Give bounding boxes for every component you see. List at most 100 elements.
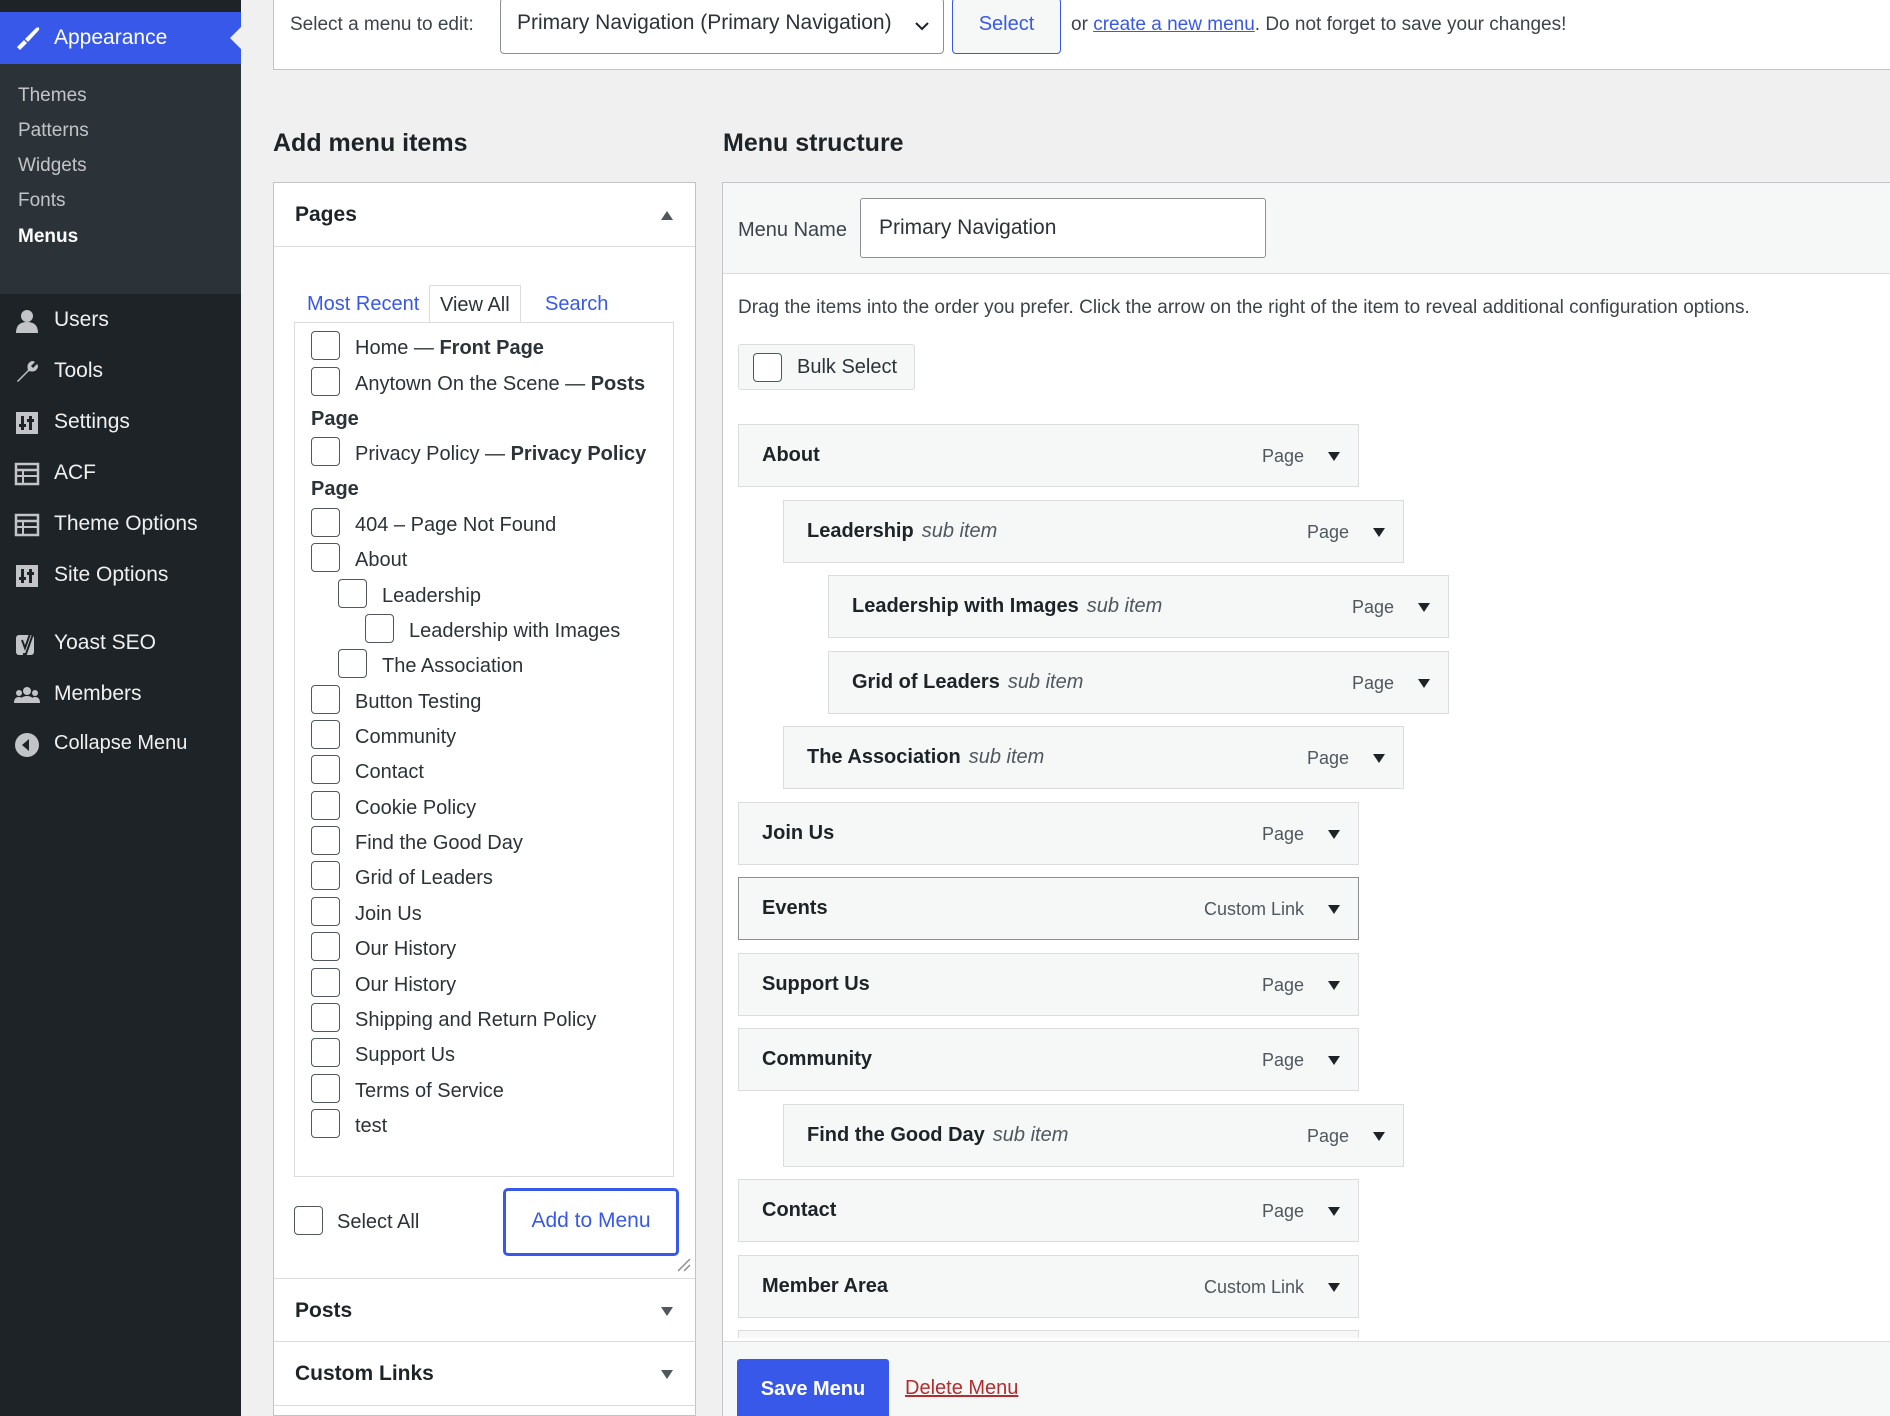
menu-structure-panel: Menu Name Drag the items into the order … <box>722 182 1890 1416</box>
sidebar-item-members[interactable]: Members <box>0 674 241 714</box>
expand-arrow-icon[interactable] <box>1328 1282 1340 1292</box>
submenu-item-menus[interactable]: Menus <box>18 226 78 248</box>
sidebar-item-site-options[interactable]: Site Options <box>0 555 241 595</box>
expand-arrow-icon[interactable] <box>1373 754 1385 763</box>
add-to-menu-button[interactable]: Add to Menu <box>504 1189 678 1255</box>
menu-item[interactable]: Events Custom Link <box>738 877 1359 940</box>
menu-item[interactable]: Leadership sub item Page <box>783 499 1404 563</box>
sidebar-item-appearance[interactable]: Appearance <box>0 12 241 64</box>
submenu-item-patterns[interactable]: Patterns <box>18 120 89 142</box>
current-indicator <box>230 27 241 49</box>
page-checkbox[interactable] <box>311 1038 340 1067</box>
select-button[interactable]: Select <box>952 0 1061 54</box>
page-checkbox[interactable] <box>311 861 340 890</box>
bulk-select-checkbox[interactable] <box>753 353 782 382</box>
menu-item-title: Member Area <box>762 1274 888 1297</box>
tab-most-recent[interactable]: Most Recent <box>297 285 429 323</box>
collapse-icon <box>15 733 39 757</box>
page-checkbox[interactable] <box>338 649 367 678</box>
page-checkbox[interactable] <box>311 968 340 997</box>
page-checkbox[interactable] <box>311 685 340 714</box>
sidebar-item-users[interactable]: Users <box>0 300 241 340</box>
page-label: Find the Good Day <box>355 832 523 854</box>
tab-view-all[interactable]: View All <box>429 285 521 323</box>
page-checkbox[interactable] <box>365 614 394 643</box>
sidebar-item-tools[interactable]: Tools <box>0 351 241 391</box>
page-label: Button Testing <box>355 691 482 713</box>
page-checkbox[interactable] <box>311 720 340 749</box>
pages-accordion-header[interactable]: Pages <box>274 183 695 247</box>
menu-item[interactable] <box>738 1330 1359 1338</box>
page-checkbox[interactable] <box>311 1074 340 1103</box>
page-checkbox[interactable] <box>311 755 340 784</box>
sidebar-item-label: Yoast SEO <box>54 631 156 654</box>
sub-item-label: sub item <box>1007 670 1084 693</box>
collapse-menu-button[interactable]: Collapse Menu <box>0 724 241 764</box>
select-menu-label: Select a menu to edit: <box>290 14 474 35</box>
expand-arrow-icon <box>661 1370 673 1379</box>
page-checkbox[interactable] <box>338 579 367 608</box>
sidebar-item-settings[interactable]: Settings <box>0 402 241 442</box>
submenu-item-widgets[interactable]: Widgets <box>18 155 87 177</box>
message-prefix: or <box>1071 14 1094 35</box>
menu-item[interactable]: About Page <box>738 424 1359 487</box>
menu-item[interactable]: Community Page <box>738 1028 1359 1091</box>
menu-item[interactable]: The Association sub item Page <box>783 726 1404 789</box>
page-label: 404 – Page Not Found <box>355 514 557 536</box>
expand-arrow-icon[interactable] <box>1418 678 1430 688</box>
menu-item[interactable]: Contact Page <box>738 1179 1359 1242</box>
expand-arrow-icon[interactable] <box>1418 603 1430 612</box>
page-checkbox[interactable] <box>311 367 340 396</box>
page-label: Cookie Policy <box>355 797 477 819</box>
menu-item[interactable]: Find the Good Day sub item Page <box>783 1103 1404 1167</box>
menu-item-type: Page <box>1351 597 1394 617</box>
menu-item[interactable]: Grid of Leaders sub item Page <box>828 650 1449 714</box>
menu-select-dropdown[interactable]: Primary Navigation (Primary Navigation) <box>500 0 944 54</box>
create-new-menu-link[interactable]: create a new menu <box>1093 14 1255 35</box>
delete-menu-link[interactable]: Delete Menu <box>905 1377 1018 1400</box>
posts-accordion-header[interactable]: Posts <box>274 1278 695 1342</box>
save-menu-button[interactable]: Save Menu <box>737 1359 889 1416</box>
sidebar-item-yoast-seo[interactable]: Yoast SEO <box>0 623 241 663</box>
custom-links-accordion-header[interactable]: Custom Links <box>274 1342 695 1406</box>
expand-arrow-icon[interactable] <box>1328 1207 1340 1216</box>
sidebar-item-theme-options[interactable]: Theme Options <box>0 504 241 544</box>
menu-item[interactable]: Member Area Custom Link <box>738 1254 1359 1318</box>
page-checkbox[interactable] <box>311 543 340 572</box>
menu-item-title: Grid of Leaders sub item <box>852 670 1084 693</box>
expand-arrow-icon[interactable] <box>1328 829 1340 839</box>
resize-handle-icon[interactable] <box>677 1258 691 1272</box>
expand-arrow-icon[interactable] <box>1328 1056 1340 1065</box>
sub-item-label: sub item <box>921 519 998 542</box>
menu-item[interactable]: Join Us Page <box>738 801 1359 865</box>
tab-search[interactable]: Search <box>535 285 618 323</box>
page-checkbox[interactable] <box>311 508 340 537</box>
users-icon <box>16 310 38 333</box>
page-label: The Association <box>382 655 524 677</box>
expand-arrow-icon[interactable] <box>1373 527 1385 537</box>
menu-item[interactable]: Leadership with Images sub item Page <box>828 575 1449 638</box>
menu-name-input[interactable] <box>860 198 1266 258</box>
expand-arrow-icon[interactable] <box>1328 905 1340 914</box>
page-checkbox[interactable] <box>311 437 340 466</box>
sidebar-item-acf[interactable]: ACF <box>0 453 241 493</box>
collapse-arrow-icon <box>661 211 673 220</box>
page-label: Shipping and Return Policy <box>355 1009 597 1031</box>
page-checkbox[interactable] <box>311 1003 340 1032</box>
bulk-select-button[interactable]: Bulk Select <box>738 344 915 390</box>
menu-item[interactable]: Support Us Page <box>738 952 1359 1016</box>
submenu-item-fonts[interactable]: Fonts <box>18 190 66 212</box>
page-checkbox[interactable] <box>311 1109 340 1138</box>
page-checkbox[interactable] <box>311 897 340 926</box>
admin-sidebar: Appearance Themes Patterns Widgets Fonts… <box>0 0 241 1416</box>
select-all-checkbox[interactable] <box>294 1206 323 1235</box>
page-checkbox[interactable] <box>311 826 340 855</box>
expand-arrow-icon[interactable] <box>1328 452 1340 461</box>
submenu-item-themes[interactable]: Themes <box>18 85 87 107</box>
expand-arrow-icon[interactable] <box>1373 1131 1385 1141</box>
sub-item-label: sub item <box>968 746 1045 768</box>
page-checkbox[interactable] <box>311 331 340 360</box>
expand-arrow-icon[interactable] <box>1328 980 1340 990</box>
page-checkbox[interactable] <box>311 932 340 961</box>
page-checkbox[interactable] <box>311 791 340 820</box>
